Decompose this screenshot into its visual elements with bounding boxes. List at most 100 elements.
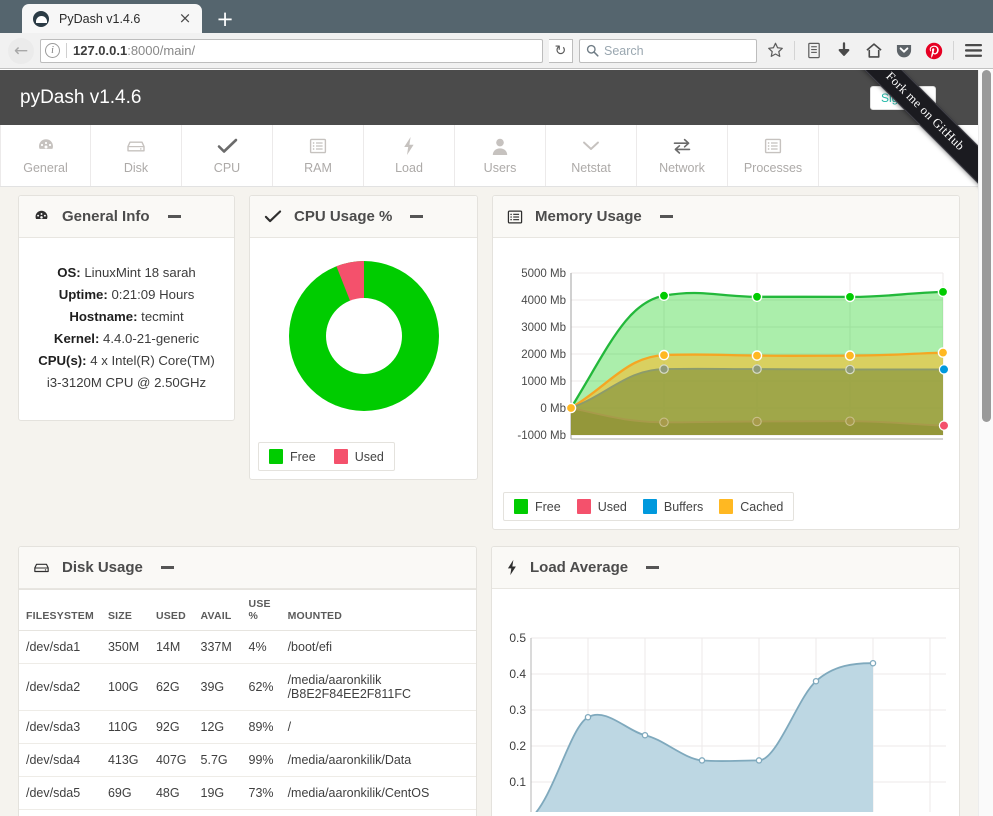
y-tick-2000: 2000 Mb bbox=[521, 349, 566, 361]
pocket-icon[interactable] bbox=[892, 38, 916, 64]
col-mounted: MOUNTED bbox=[281, 590, 476, 631]
url-path: :8000/main/ bbox=[127, 43, 195, 58]
table-row: /dev/sda2 100G 62G 39G 62% /media/aaronk… bbox=[19, 664, 476, 711]
app-title: pyDash v1.4.6 bbox=[20, 87, 141, 109]
page-scrollbar[interactable] bbox=[978, 70, 993, 816]
search-input[interactable]: Search bbox=[604, 44, 644, 58]
table-row: /dev/sda3 110G 92G 12G 89% / bbox=[19, 711, 476, 744]
page-viewport: pyDash v1.4.6 Sign out General Disk bbox=[0, 70, 993, 816]
tab-netstat[interactable]: Netstat bbox=[546, 125, 637, 186]
tab-processes[interactable]: Processes bbox=[728, 125, 819, 186]
y-tick-0-2: 0.2 bbox=[509, 739, 526, 753]
sign-out-button[interactable]: Sign out bbox=[870, 86, 936, 110]
panel-cpu-usage-body: Free Used bbox=[250, 238, 477, 479]
tab-cpu[interactable]: CPU bbox=[182, 125, 273, 186]
minimize-icon[interactable] bbox=[660, 215, 673, 218]
hdd-icon bbox=[33, 560, 50, 575]
info-label-os: OS: bbox=[57, 265, 80, 280]
cell-mounted: /media/aaronkilik/CentOS bbox=[281, 777, 476, 810]
cell-size: 110G bbox=[101, 711, 149, 744]
y-tick-4000: 4000 Mb bbox=[521, 295, 566, 307]
panel-load-average-header: Load Average bbox=[492, 547, 959, 589]
dashboard-row-2: Disk Usage FILESYSTEM SIZE USED AVAIL bbox=[18, 546, 960, 816]
tab-network[interactable]: Network bbox=[637, 125, 728, 186]
info-row-cpus: CPU(s): 4 x Intel(R) Core(TM) bbox=[29, 350, 224, 372]
legend-label-cached: Cached bbox=[740, 500, 783, 514]
tab-ram-label: RAM bbox=[304, 161, 332, 175]
tab-general[interactable]: General bbox=[0, 125, 91, 186]
search-bar[interactable]: Search bbox=[579, 39, 757, 63]
panel-general-info-body: OS: LinuxMint 18 sarah Uptime: 0:21:09 H… bbox=[19, 238, 234, 420]
cell-used: 14M bbox=[149, 631, 194, 664]
info-row-uptime: Uptime: 0:21:09 Hours bbox=[29, 284, 224, 306]
url-bar[interactable]: i 127.0.0.1:8000/main/ bbox=[40, 39, 543, 63]
table-header-row: FILESYSTEM SIZE USED AVAIL USE % MOUNTED bbox=[19, 590, 476, 631]
legend-item-free: Free bbox=[269, 449, 316, 464]
site-info-icon[interactable]: i bbox=[45, 43, 60, 58]
legend-item-free: Free bbox=[514, 499, 561, 514]
info-row-os: OS: LinuxMint 18 sarah bbox=[29, 262, 224, 284]
reload-button-icon[interactable]: ↻ bbox=[549, 39, 573, 63]
tab-cpu-label: CPU bbox=[214, 161, 240, 175]
tab-users[interactable]: Users bbox=[455, 125, 546, 186]
toolbar-divider bbox=[794, 41, 795, 60]
tab-netstat-label: Netstat bbox=[571, 161, 611, 175]
panel-memory-usage-title: Memory Usage bbox=[535, 208, 642, 225]
panel-load-average: Load Average 0.5 0.4 0.3 0.2 0.1 0.0 bbox=[491, 546, 960, 816]
tab-load-label: Load bbox=[395, 161, 423, 175]
pydash-app: pyDash v1.4.6 Sign out General Disk bbox=[0, 70, 978, 816]
downloads-icon[interactable] bbox=[832, 38, 856, 64]
cell-mounted: /run/cgmanager/fs bbox=[281, 810, 476, 816]
info-row-hostname: Hostname: tecmint bbox=[29, 306, 224, 328]
cell-filesystem: /dev/sda2 bbox=[19, 664, 101, 711]
info-value-kernel: 4.4.0-21-generic bbox=[103, 331, 199, 346]
close-tab-icon[interactable]: × bbox=[176, 10, 194, 28]
cell-use-pct: 73% bbox=[242, 777, 281, 810]
cpu-usage-donut-chart bbox=[258, 248, 469, 433]
panel-disk-usage-title: Disk Usage bbox=[62, 559, 143, 576]
page-scrollbar-thumb[interactable] bbox=[982, 70, 991, 422]
menu-hamburger-icon[interactable] bbox=[961, 38, 985, 64]
app-nav-tabs: General Disk CPU bbox=[0, 125, 978, 187]
browser-navigation-bar: ← i 127.0.0.1:8000/main/ ↻ Search bbox=[0, 33, 993, 69]
panel-general-info-header: General Info bbox=[19, 196, 234, 238]
cell-mounted: /boot/efi bbox=[281, 631, 476, 664]
minimize-icon[interactable] bbox=[646, 566, 659, 569]
memory-usage-area-chart: 5000 Mb 4000 Mb 3000 Mb 2000 Mb 1000 Mb … bbox=[503, 248, 951, 483]
bookmark-star-icon[interactable] bbox=[763, 38, 787, 64]
check-icon bbox=[264, 209, 282, 224]
check-icon bbox=[217, 136, 238, 156]
library-icon[interactable] bbox=[802, 38, 826, 64]
tab-general-label: General bbox=[23, 161, 67, 175]
panel-cpu-usage: CPU Usage % bbox=[249, 195, 478, 480]
info-value-os: LinuxMint 18 sarah bbox=[84, 265, 195, 280]
app-header: pyDash v1.4.6 Sign out bbox=[0, 70, 978, 125]
cell-use-pct: 62% bbox=[242, 664, 281, 711]
info-label-cpus: CPU(s): bbox=[38, 353, 86, 368]
legend-swatch-used bbox=[577, 499, 591, 514]
cell-used: 92G bbox=[149, 711, 194, 744]
new-tab-button[interactable]: + bbox=[214, 9, 236, 29]
cell-used: 407G bbox=[149, 744, 194, 777]
browser-window: PyDash v1.4.6 × + ← i 127.0.0.1:8000/mai… bbox=[0, 0, 993, 816]
tab-users-label: Users bbox=[484, 161, 517, 175]
browser-tab[interactable]: PyDash v1.4.6 × bbox=[22, 4, 202, 33]
tab-ram[interactable]: RAM bbox=[273, 125, 364, 186]
dashboard-row-1: General Info OS: LinuxMint 18 sarah Upti… bbox=[18, 195, 960, 530]
minimize-icon[interactable] bbox=[410, 215, 423, 218]
series-used-endpoint bbox=[939, 421, 948, 430]
y-tick-0-4: 0.4 bbox=[509, 667, 526, 681]
home-icon[interactable] bbox=[862, 38, 886, 64]
minimize-icon[interactable] bbox=[161, 566, 174, 569]
url-divider bbox=[66, 43, 67, 58]
chevron-down-icon bbox=[582, 136, 600, 156]
pinterest-icon[interactable] bbox=[922, 38, 946, 64]
tab-load[interactable]: Load bbox=[364, 125, 455, 186]
minimize-icon[interactable] bbox=[168, 215, 181, 218]
back-button-icon[interactable]: ← bbox=[8, 38, 34, 64]
cell-filesystem: /dev/sda4 bbox=[19, 744, 101, 777]
cell-used: 0 bbox=[149, 810, 194, 816]
tab-disk[interactable]: Disk bbox=[91, 125, 182, 186]
y-tick--1000: -1000 Mb bbox=[517, 430, 566, 442]
cell-used: 62G bbox=[149, 664, 194, 711]
